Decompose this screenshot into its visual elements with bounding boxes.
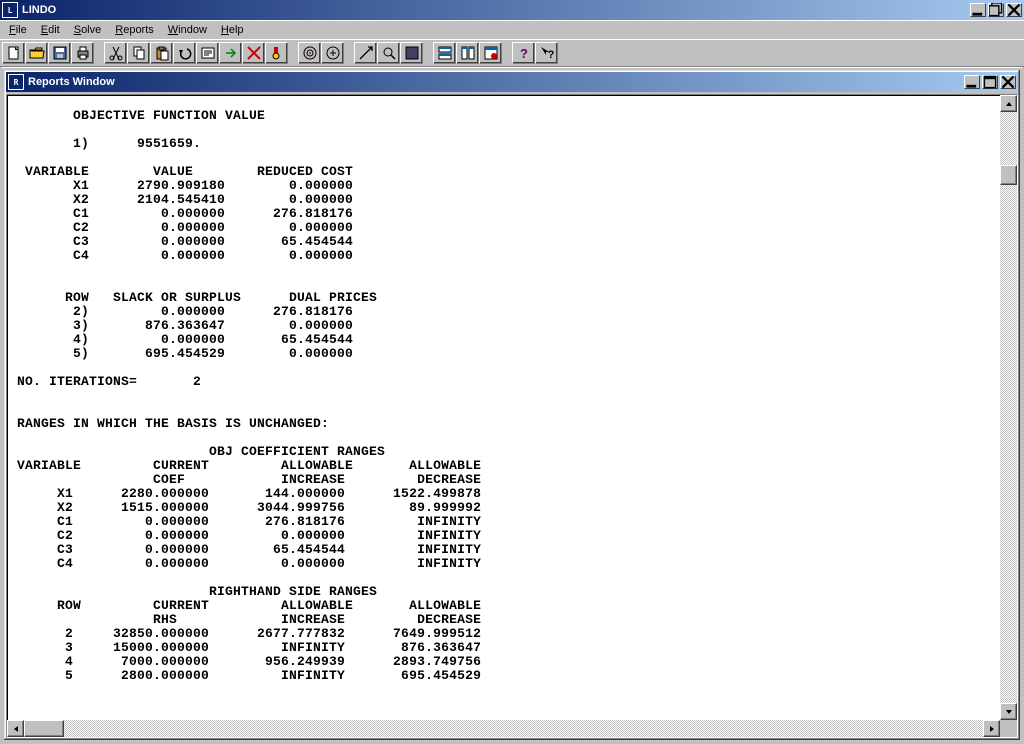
menu-reports[interactable]: Reports: [108, 22, 161, 38]
restore-button[interactable]: [988, 3, 1004, 17]
horizontal-scrollbar[interactable]: [7, 720, 1000, 737]
goto-button[interactable]: [219, 42, 242, 64]
reports-client: OBJECTIVE FUNCTION VALUE 1) 9551659. VAR…: [6, 94, 1018, 738]
reports-titlebar: R Reports Window: [6, 72, 1018, 92]
toolbar: ? ?: [0, 39, 1024, 67]
close-button[interactable]: [1006, 3, 1022, 17]
scroll-down-button[interactable]: [1000, 703, 1017, 720]
mdi-area: R Reports Window OBJECTIVE FUNCTION VALU…: [2, 67, 1022, 742]
main-titlebar: L LINDO: [0, 0, 1024, 20]
horizontal-thumb[interactable]: [24, 720, 64, 737]
reports-window: R Reports Window OBJECTIVE FUNCTION VALU…: [2, 68, 1022, 742]
reports-title: Reports Window: [28, 76, 115, 88]
copy-button[interactable]: [127, 42, 150, 64]
match-button[interactable]: [242, 42, 265, 64]
menu-bar: File Edit Solve Reports Window Help: [0, 20, 1024, 39]
cut-button[interactable]: [104, 42, 127, 64]
menu-help[interactable]: Help: [214, 22, 251, 38]
close-all-button[interactable]: [479, 42, 502, 64]
zoom-in-button[interactable]: [354, 42, 377, 64]
menu-solve[interactable]: Solve: [67, 22, 109, 38]
compile-button[interactable]: [321, 42, 344, 64]
menu-file[interactable]: File: [2, 22, 34, 38]
save-button[interactable]: [48, 42, 71, 64]
vertical-scrollbar[interactable]: [1000, 95, 1017, 720]
app-title: LINDO: [22, 4, 56, 16]
reports-icon: R: [8, 74, 24, 90]
scroll-up-button[interactable]: [1000, 95, 1017, 112]
undo-button[interactable]: [173, 42, 196, 64]
scroll-right-button[interactable]: [983, 720, 1000, 737]
paste-button[interactable]: [150, 42, 173, 64]
app-icon: L: [2, 2, 18, 18]
svg-text:?: ?: [520, 46, 528, 61]
find-button[interactable]: [196, 42, 219, 64]
zoom-out-button[interactable]: [377, 42, 400, 64]
inner-maximize-button[interactable]: [982, 75, 998, 89]
inner-minimize-button[interactable]: [964, 75, 980, 89]
scroll-corner: [1000, 720, 1017, 737]
cascade-button[interactable]: [456, 42, 479, 64]
menu-window[interactable]: Window: [161, 22, 214, 38]
minimize-button[interactable]: [970, 3, 986, 17]
svg-text:?: ?: [547, 49, 554, 61]
open-button[interactable]: [25, 42, 48, 64]
context-help-button[interactable]: ?: [535, 42, 558, 64]
tile-button[interactable]: [433, 42, 456, 64]
solve-button[interactable]: [298, 42, 321, 64]
menu-edit[interactable]: Edit: [34, 22, 67, 38]
options-button[interactable]: [265, 42, 288, 64]
new-button[interactable]: [2, 42, 25, 64]
inner-close-button[interactable]: [1000, 75, 1016, 89]
app-window: L LINDO File Edit Solve Reports Window H…: [0, 0, 1024, 744]
scroll-left-button[interactable]: [7, 720, 24, 737]
vertical-thumb[interactable]: [1000, 165, 1017, 185]
report-text: OBJECTIVE FUNCTION VALUE 1) 9551659. VAR…: [9, 109, 999, 706]
print-button[interactable]: [71, 42, 94, 64]
window-button[interactable]: [400, 42, 423, 64]
help-button[interactable]: ?: [512, 42, 535, 64]
